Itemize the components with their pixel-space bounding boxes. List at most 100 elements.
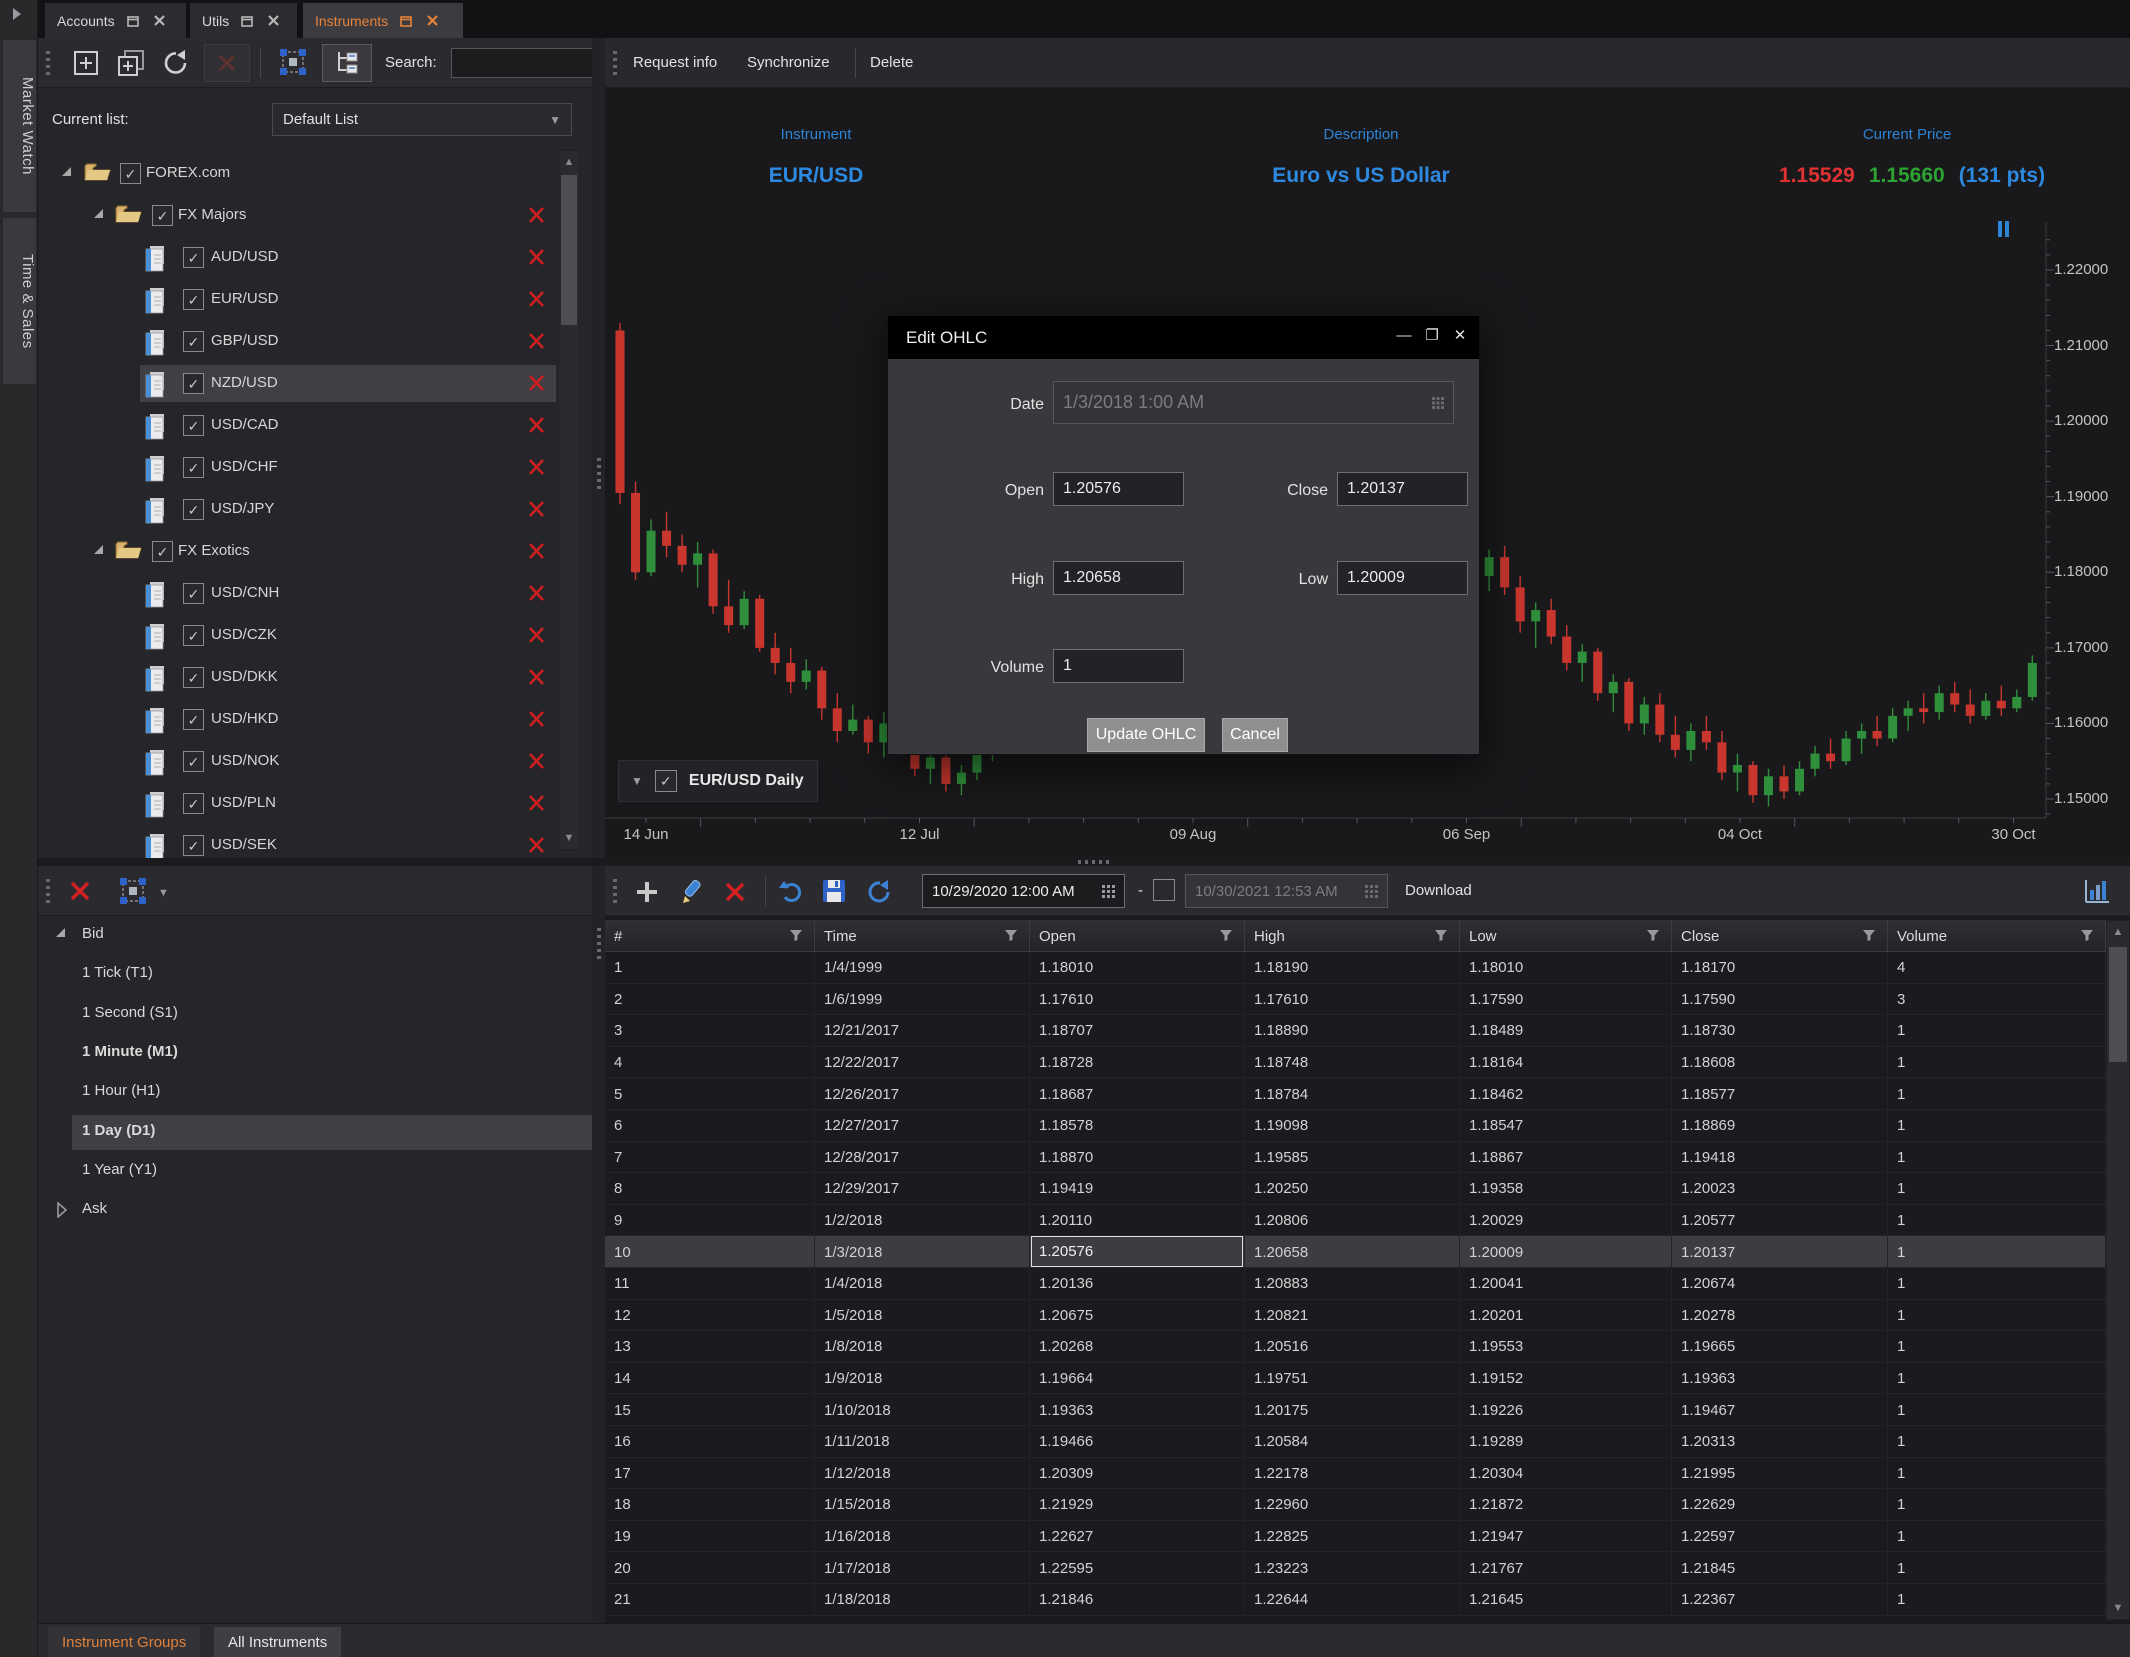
cell-close[interactable]: 1.22597: [1672, 1521, 1888, 1553]
cell-close[interactable]: 1.20313: [1672, 1426, 1888, 1458]
cell-num[interactable]: 9: [605, 1205, 815, 1237]
scroll-up-icon[interactable]: ▲: [559, 152, 579, 172]
remove-item-icon[interactable]: [528, 500, 546, 519]
tree-checkbox-checked[interactable]: ✓: [183, 247, 204, 268]
cell-low[interactable]: 1.18547: [1460, 1110, 1672, 1142]
select-all-icon[interactable]: [276, 47, 310, 79]
tree-item-eur-usd[interactable]: EUR/USD: [211, 290, 279, 307]
table-row[interactable]: 612/27/20171.185781.190981.185471.188691: [605, 1110, 2106, 1142]
column-header-high[interactable]: High: [1245, 920, 1460, 952]
remove-item-icon[interactable]: [528, 206, 546, 225]
tree-checkbox-checked[interactable]: ✓: [183, 289, 204, 310]
tree-checkbox-checked[interactable]: ✓: [183, 457, 204, 478]
period-item-1-minute-m1-[interactable]: 1 Minute (M1): [82, 1043, 178, 1060]
cell-num[interactable]: 15: [605, 1394, 815, 1426]
cell-volume[interactable]: 1: [1888, 1394, 2106, 1426]
cell-close[interactable]: 1.18170: [1672, 952, 1888, 984]
cell-time[interactable]: 1/8/2018: [815, 1331, 1030, 1363]
cell-close[interactable]: 1.19467: [1672, 1394, 1888, 1426]
cell-time[interactable]: 1/9/2018: [815, 1363, 1030, 1395]
tab-utils[interactable]: Utils: [190, 3, 297, 38]
toolbar-grip[interactable]: [613, 879, 617, 905]
table-row[interactable]: 191/16/20181.226271.228251.219471.225971: [605, 1521, 2106, 1553]
cell-volume[interactable]: 1: [1888, 1300, 2106, 1332]
table-row[interactable]: 412/22/20171.187281.187481.181641.186081: [605, 1047, 2106, 1079]
cell-volume[interactable]: 4: [1888, 952, 2106, 984]
cell-volume[interactable]: 1: [1888, 1236, 2106, 1268]
tree-item-fx-majors[interactable]: FX Majors: [178, 206, 246, 223]
cell-volume[interactable]: 1: [1888, 1363, 2106, 1395]
remove-item-icon[interactable]: [528, 374, 546, 393]
cell-time[interactable]: 12/22/2017: [815, 1047, 1030, 1079]
remove-item-icon[interactable]: [528, 542, 546, 561]
period-item-ask[interactable]: Ask: [82, 1200, 107, 1217]
cell-low[interactable]: 1.21645: [1460, 1584, 1672, 1616]
cell-close[interactable]: 1.20278: [1672, 1300, 1888, 1332]
horizontal-splitter[interactable]: [38, 858, 2130, 866]
table-row[interactable]: 91/2/20181.201101.208061.200291.205771: [605, 1205, 2106, 1237]
footer-tab-all-instruments[interactable]: All Instruments: [214, 1627, 341, 1657]
cell-open[interactable]: 1.20675: [1030, 1300, 1245, 1332]
synchronize-button[interactable]: Synchronize: [747, 54, 830, 71]
chart-pause-icon[interactable]: [1998, 221, 2012, 237]
cell-close[interactable]: 1.19665: [1672, 1331, 1888, 1363]
expander-expanded-icon[interactable]: [56, 928, 65, 937]
cell-time[interactable]: 12/29/2017: [815, 1173, 1030, 1205]
delete-period-icon[interactable]: [68, 879, 92, 903]
remove-item-icon[interactable]: [528, 794, 546, 813]
remove-item-icon[interactable]: [528, 626, 546, 645]
cell-open[interactable]: 1.20268: [1030, 1331, 1245, 1363]
dock-expand-icon[interactable]: [13, 8, 21, 20]
cell-open[interactable]: 1.19466: [1030, 1426, 1245, 1458]
tree-checkbox-checked[interactable]: ✓: [183, 583, 204, 604]
cell-volume[interactable]: 1: [1888, 1458, 2106, 1490]
cell-close[interactable]: 1.19418: [1672, 1142, 1888, 1174]
tree-item-usd-chf[interactable]: USD/CHF: [211, 458, 278, 475]
cell-time[interactable]: 1/10/2018: [815, 1394, 1030, 1426]
cell-low[interactable]: 1.18867: [1460, 1142, 1672, 1174]
table-row[interactable]: 11/4/19991.180101.181901.180101.181704: [605, 952, 2106, 984]
cell-time[interactable]: 1/5/2018: [815, 1300, 1030, 1332]
cell-high[interactable]: 1.20658: [1245, 1236, 1460, 1268]
toolbar-grip[interactable]: [613, 51, 617, 77]
period-item-1-second-s1-[interactable]: 1 Second (S1): [82, 1004, 178, 1021]
cell-open[interactable]: 1.18578: [1030, 1110, 1245, 1142]
close-icon[interactable]: [153, 14, 166, 27]
cell-num[interactable]: 18: [605, 1489, 815, 1521]
cell-open[interactable]: 1.21846: [1030, 1584, 1245, 1616]
cell-num[interactable]: 5: [605, 1078, 815, 1110]
table-row[interactable]: 181/15/20181.219291.229601.218721.226291: [605, 1489, 2106, 1521]
cell-num[interactable]: 4: [605, 1047, 815, 1079]
table-row[interactable]: 512/26/20171.186871.187841.184621.185771: [605, 1078, 2106, 1110]
scroll-down-icon[interactable]: ▼: [2107, 1598, 2129, 1618]
cell-time[interactable]: 1/15/2018: [815, 1489, 1030, 1521]
cell-volume[interactable]: 1: [1888, 1015, 2106, 1047]
minimize-icon[interactable]: —: [1393, 328, 1415, 346]
cell-low[interactable]: 1.18010: [1460, 952, 1672, 984]
expander-expanded-icon[interactable]: [94, 209, 103, 218]
cell-low[interactable]: 1.20029: [1460, 1205, 1672, 1237]
cell-close[interactable]: 1.20023: [1672, 1173, 1888, 1205]
close-field[interactable]: 1.20137: [1337, 472, 1468, 506]
cell-low[interactable]: 1.20304: [1460, 1458, 1672, 1490]
cell-close[interactable]: 1.22367: [1672, 1584, 1888, 1616]
tree-item-usd-jpy[interactable]: USD/JPY: [211, 500, 274, 517]
cell-num[interactable]: 3: [605, 1015, 815, 1047]
request-info-button[interactable]: Request info: [633, 54, 717, 71]
cell-volume[interactable]: 1: [1888, 1489, 2106, 1521]
cell-volume[interactable]: 1: [1888, 1521, 2106, 1553]
add-row-icon[interactable]: [634, 879, 660, 905]
cell-low[interactable]: 1.21947: [1460, 1521, 1672, 1553]
tree-item-usd-czk[interactable]: USD/CZK: [211, 626, 277, 643]
tree-checkbox-checked[interactable]: ✓: [152, 541, 173, 562]
remove-item-icon[interactable]: [528, 332, 546, 351]
table-row[interactable]: 141/9/20181.196641.197511.191521.193631: [605, 1363, 2106, 1395]
duplicate-list-icon[interactable]: [114, 47, 148, 79]
period-item-bid[interactable]: Bid: [82, 925, 104, 942]
cell-time[interactable]: 12/28/2017: [815, 1142, 1030, 1174]
period-item-1-day-d1-[interactable]: 1 Day (D1): [82, 1122, 155, 1139]
expander-expanded-icon[interactable]: [62, 167, 71, 176]
cell-high[interactable]: 1.20584: [1245, 1426, 1460, 1458]
cell-high[interactable]: 1.18748: [1245, 1047, 1460, 1079]
cell-open[interactable]: 1.18010: [1030, 952, 1245, 984]
